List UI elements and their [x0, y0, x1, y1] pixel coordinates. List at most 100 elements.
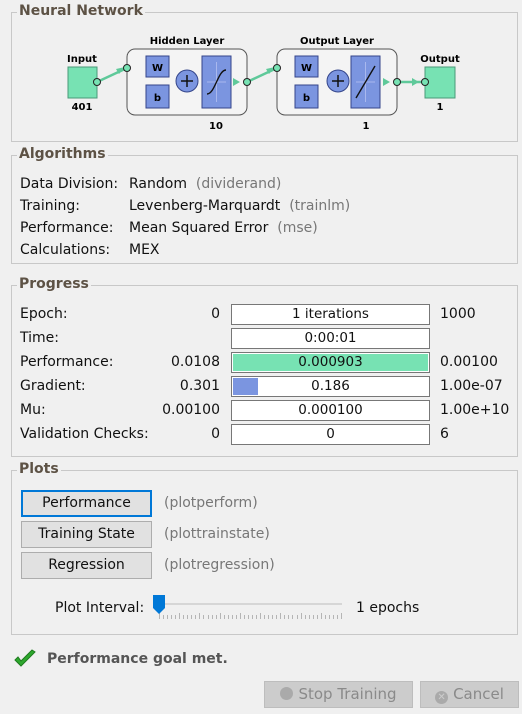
weight-label: W — [301, 63, 312, 74]
slider-tick — [280, 613, 282, 619]
slider-tick — [316, 615, 318, 619]
slider-tick — [324, 615, 326, 619]
output-layer-size: 1 — [363, 121, 370, 132]
algorithm-label: Training: — [20, 198, 80, 214]
algorithm-name: Random — [129, 176, 187, 192]
slider-ticks — [159, 613, 342, 619]
panel-title: Plots — [17, 461, 61, 477]
algorithm-name: MEX — [129, 242, 160, 258]
progress-current-value: 0:00:01 — [304, 330, 357, 346]
progress-label: Epoch: — [20, 306, 68, 322]
progress-start-value: 0 — [211, 426, 220, 442]
nntraintool-window: Neural Network Input 401 Hidden Layer W … — [0, 0, 522, 714]
progress-bar: 0.000100 — [231, 400, 430, 421]
algorithm-name: Mean Squared Error — [129, 220, 269, 236]
progress-start-value: 0 — [211, 306, 220, 322]
slider-tick — [219, 613, 221, 619]
plot-regression-button[interactable]: Regression — [21, 552, 152, 579]
output-layer-title: Output Layer — [300, 36, 374, 47]
slider-tick — [272, 615, 274, 619]
cancel-label: Cancel — [453, 685, 504, 703]
slider-tick — [235, 615, 237, 619]
bias-label: b — [303, 93, 310, 104]
hidden-layer-title: Hidden Layer — [150, 36, 225, 47]
slider-thumb[interactable] — [153, 595, 165, 615]
check-icon — [14, 649, 36, 667]
algorithm-value: Random (dividerand) — [129, 175, 281, 193]
plot-function-label: (plottrainstate) — [164, 526, 270, 542]
progress-bar: 0:00:01 — [231, 328, 430, 349]
progress-start-value: 0.0108 — [171, 354, 220, 370]
output-label: Output — [420, 54, 460, 65]
panel-title: Algorithms — [17, 146, 108, 162]
progress-current-value: 1 iterations — [292, 306, 369, 322]
slider-tick — [171, 615, 173, 619]
cancel-icon: ✕ — [435, 691, 449, 704]
slider-tick — [288, 615, 290, 619]
slider-tick — [341, 613, 342, 619]
stop-training-button[interactable]: Stop Training — [264, 681, 413, 708]
slider-tick — [256, 615, 258, 619]
progress-label: Validation Checks: — [20, 426, 149, 442]
stop-icon — [280, 687, 294, 700]
plot-training-state-button[interactable]: Training State — [21, 521, 152, 548]
slider-tick — [211, 615, 213, 619]
progress-label: Gradient: — [20, 378, 86, 394]
plot-interval-label: Plot Interval: — [55, 600, 145, 616]
slider-tick — [223, 615, 225, 619]
algorithm-function: (dividerand) — [195, 176, 282, 192]
weight-label: W — [152, 63, 163, 74]
status-message: Performance goal met. — [47, 651, 228, 667]
slider-tick — [268, 615, 270, 619]
progress-current-value: 0.000903 — [298, 354, 363, 370]
slider-tick — [215, 615, 217, 619]
slider-tick — [203, 615, 205, 619]
progress-start-value: 0.00100 — [162, 402, 220, 418]
slider-tick — [163, 615, 165, 619]
slider-tick — [300, 613, 302, 619]
progress-end-value: 6 — [440, 426, 449, 442]
plot-performance-button[interactable]: Performance — [21, 490, 152, 517]
slider-tick — [308, 615, 310, 619]
progress-current-value: 0.186 — [311, 378, 350, 394]
progress-fill — [233, 378, 259, 395]
slider-tick — [320, 613, 322, 619]
progress-current-value: 0.000100 — [298, 402, 363, 418]
progress-bar: 0 — [231, 424, 430, 445]
output-size: 1 — [437, 102, 444, 113]
stop-training-label: Stop Training — [298, 685, 397, 703]
algorithm-value: Levenberg-Marquardt (trainlm) — [129, 197, 350, 215]
slider-tick — [175, 615, 177, 619]
slider-tick — [252, 615, 254, 619]
slider-tick — [247, 615, 249, 619]
progress-end-value: 0.00100 — [440, 354, 498, 370]
slider-tick — [167, 615, 169, 619]
network-diagram: Input 401 Hidden Layer W b 10 Output Lay… — [67, 36, 460, 132]
slider-tick — [243, 615, 245, 619]
slider-tick — [328, 615, 330, 619]
progress-bar: 0.186 — [231, 376, 430, 397]
input-label: Input — [67, 54, 97, 65]
algorithm-name: Levenberg-Marquardt — [129, 198, 281, 214]
progress-start-value: 0.301 — [179, 378, 220, 394]
slider-tick — [284, 615, 286, 619]
algorithm-value: MEX — [129, 241, 168, 259]
slider-tick — [304, 615, 306, 619]
slider-tick — [312, 615, 314, 619]
progress-end-value: 1000 — [440, 306, 476, 322]
progress-label: Time: — [20, 330, 59, 346]
plot-interval-slider[interactable] — [158, 603, 342, 605]
plot-function-label: (plotperform) — [164, 495, 258, 511]
cancel-button[interactable]: ✕ Cancel — [420, 681, 519, 708]
slider-tick — [207, 615, 209, 619]
slider-tick — [292, 615, 294, 619]
progress-bar: 1 iterations — [231, 304, 430, 325]
progress-label: Performance: — [20, 354, 114, 370]
progress-bar: 0.000903 — [231, 352, 430, 373]
slider-tick — [191, 615, 193, 619]
algorithm-function: (trainlm) — [289, 198, 351, 214]
slider-tick — [332, 615, 334, 619]
algorithm-label: Calculations: — [20, 242, 111, 258]
slider-tick — [227, 615, 229, 619]
hidden-size: 10 — [209, 121, 223, 132]
